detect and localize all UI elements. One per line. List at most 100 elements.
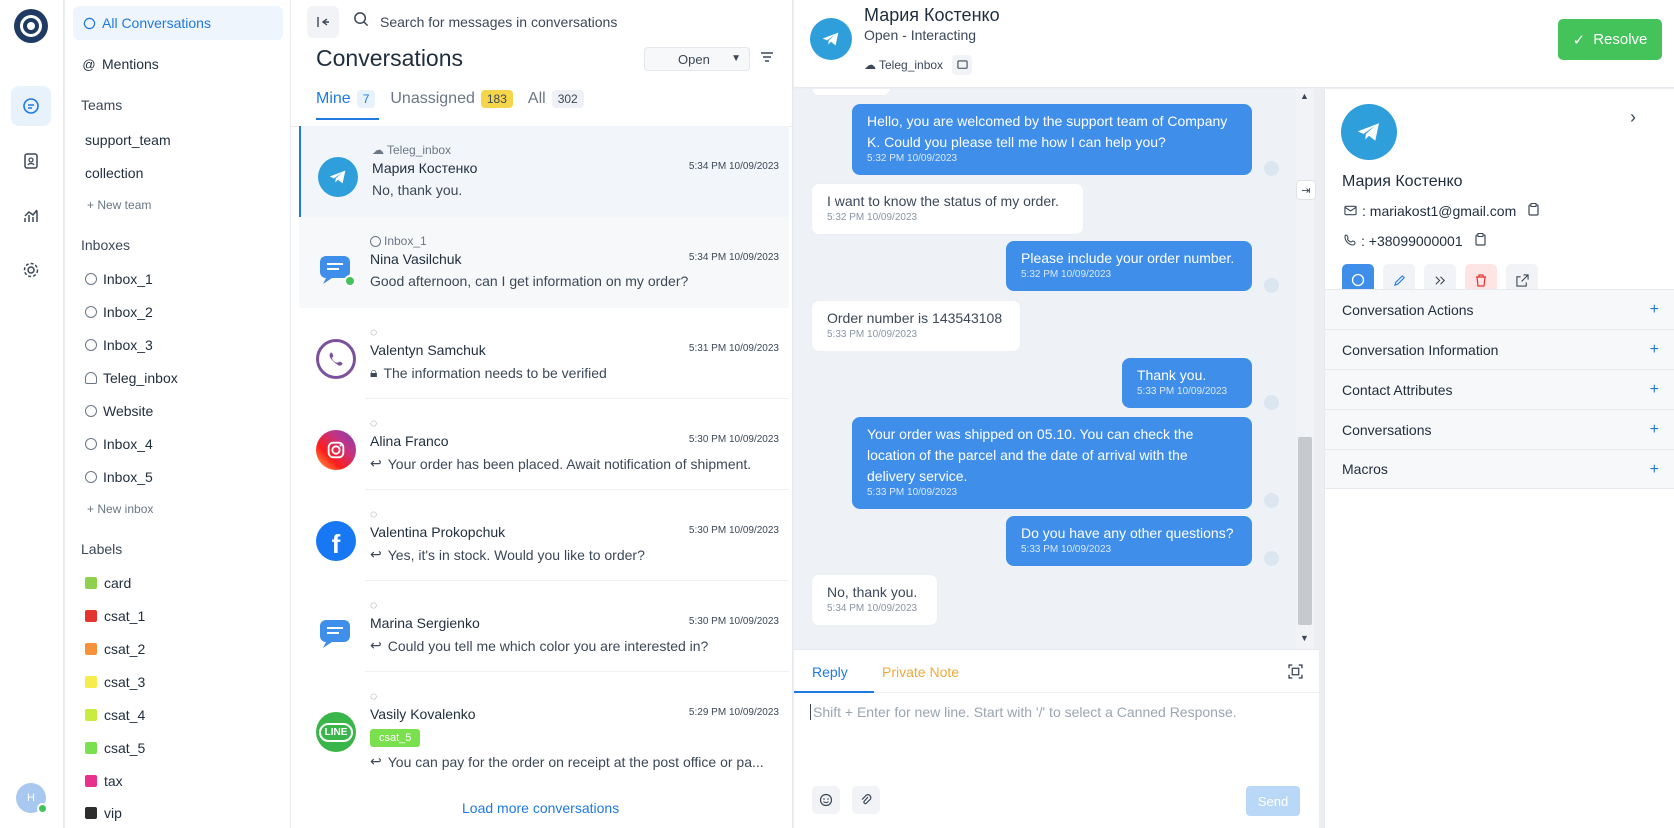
label-name: csat_1: [104, 608, 146, 624]
sidebar-item-inbox[interactable]: Inbox_5: [85, 469, 153, 485]
search-input[interactable]: Search for messages in conversations: [380, 14, 617, 30]
emoji-icon[interactable]: [812, 786, 840, 814]
contact-name: Marina Sergienko: [370, 615, 480, 631]
sidebar-item-label-csat-2[interactable]: csat_2: [85, 641, 145, 657]
accordion-macros[interactable]: Macros +: [1325, 449, 1674, 489]
reply-arrow-icon: ↩: [370, 546, 382, 562]
conversations-icon[interactable]: [11, 86, 51, 126]
new-inbox-label: New inbox: [97, 502, 154, 516]
scrollbar-thumb[interactable]: [1298, 437, 1312, 625]
message-scrollbar[interactable]: ▲ ▼: [1296, 89, 1314, 649]
label-color-swatch: [85, 676, 97, 688]
attachment-icon[interactable]: [852, 786, 880, 814]
contacts-icon[interactable]: [11, 141, 51, 181]
label-name: csat_2: [104, 641, 146, 657]
reply-input[interactable]: Shift + Enter for new line. Start with '…: [810, 704, 1237, 720]
scroll-down-icon[interactable]: ▼: [1300, 633, 1309, 643]
labels-heading: Labels: [81, 541, 123, 557]
sidebar-item-inbox[interactable]: Inbox_1: [85, 271, 153, 287]
chat-bubble-icon: [82, 16, 96, 30]
tab-unassigned[interactable]: Unassigned 183: [390, 90, 513, 120]
message-bubble-outgoing: Thank you. 5:33 PM 10/09/2023: [1122, 358, 1252, 408]
inbox-tag: Inbox_1: [370, 234, 427, 248]
message-timestamp: 5:34 PM 10/09/2023: [827, 603, 918, 614]
sidebar-item-mentions[interactable]: @ Mentions: [73, 47, 283, 81]
sidebar-item-team[interactable]: support_team: [85, 132, 171, 148]
fullscreen-icon[interactable]: [1288, 664, 1303, 684]
chevron-right-icon[interactable]: ›: [1630, 107, 1636, 128]
sidebar-item-label-tax[interactable]: tax: [85, 773, 123, 789]
cloud-icon: ☁: [864, 58, 876, 72]
contact-email[interactable]: : mariakost1@gmail.com: [1362, 203, 1516, 219]
tab-mine[interactable]: Mine 7: [316, 90, 380, 120]
user-avatar[interactable]: H: [16, 783, 48, 814]
conversation-item[interactable]: f ◌ Valentina Prokopchuk 5:30 PM 10/09/2…: [299, 490, 789, 581]
scroll-up-icon[interactable]: ▲: [1300, 91, 1309, 101]
copy-icon[interactable]: [1475, 233, 1486, 249]
timestamp: 5:34 PM 10/09/2023: [688, 252, 779, 263]
load-more-button[interactable]: Load more conversations: [462, 800, 619, 816]
conversation-item[interactable]: LINE ◌ Vasily Kovalenko 5:29 PM 10/09/20…: [299, 672, 789, 782]
sidebar-item-label-csat-3[interactable]: csat_3: [85, 674, 145, 690]
instagram-icon: [316, 430, 356, 470]
contact-name: Мария Костенко: [372, 160, 478, 176]
inbox-label: Inbox_3: [103, 337, 153, 353]
copy-icon[interactable]: [1528, 203, 1539, 219]
tab-all[interactable]: All 302: [528, 90, 584, 120]
send-button[interactable]: Send: [1246, 786, 1300, 816]
sidebar-item-team[interactable]: collection: [85, 165, 143, 181]
sidebar-item-label-csat-4[interactable]: csat_4: [85, 707, 145, 723]
sidebar-item-label-card[interactable]: card: [85, 575, 131, 591]
sidebar-item-label-vip[interactable]: vip: [85, 805, 122, 821]
sidebar-item-inbox[interactable]: Website: [85, 403, 153, 419]
expand-panel-icon[interactable]: ⇥: [1296, 180, 1316, 200]
sidebar-item-inbox[interactable]: Inbox_2: [85, 304, 153, 320]
active-tab-indicator: [794, 691, 874, 693]
chat-inbox-tag[interactable]: ☁ Teleg_inbox: [864, 58, 943, 72]
contact-phone-row: : +38099000001: [1344, 233, 1486, 249]
accordion-contact-attributes[interactable]: Contact Attributes +: [1325, 369, 1674, 409]
label-name: csat_3: [104, 674, 146, 690]
conversation-item[interactable]: ◌ Alina Franco 5:30 PM 10/09/2023 ↩ Your …: [299, 399, 789, 490]
sidebar-item-all-conversations[interactable]: All Conversations: [73, 6, 283, 40]
primary-nav-rail: H: [0, 0, 64, 828]
app-logo[interactable]: [14, 9, 48, 43]
accordion-conversations[interactable]: Conversations +: [1325, 409, 1674, 449]
contact-name: Nina Vasilchuk: [370, 251, 462, 267]
globe-icon: [85, 306, 97, 318]
inbox-label: Teleg_inbox: [103, 370, 178, 386]
new-team-link[interactable]: + New team: [87, 198, 151, 212]
conversation-list-panel: Search for messages in conversations Con…: [291, 0, 793, 828]
note-icon[interactable]: [952, 55, 972, 75]
inbox-label: Website: [103, 403, 154, 419]
accordion-title: Contact Attributes: [1342, 381, 1453, 398]
sidebar-item-label-csat-5[interactable]: csat_5: [85, 740, 145, 756]
conversation-item[interactable]: ◌ Valentyn Samchuk 5:31 PM 10/09/2023 🔒︎…: [299, 308, 789, 399]
tab-reply[interactable]: Reply: [812, 664, 848, 680]
conversation-item[interactable]: Inbox_1 Nina Vasilchuk 5:34 PM 10/09/202…: [299, 217, 789, 308]
search-icon: [353, 11, 370, 33]
resolve-button[interactable]: ✓ Resolve: [1558, 19, 1662, 60]
conversation-item[interactable]: ☁ Teleg_inbox Мария Костенко 5:34 PM 10/0…: [299, 126, 789, 217]
reports-icon[interactable]: [11, 196, 51, 236]
collapse-sidebar-icon[interactable]: [307, 6, 339, 38]
accordion-conversation-information[interactable]: Conversation Information +: [1325, 329, 1674, 369]
label-chip: csat_5: [370, 729, 421, 747]
new-inbox-link[interactable]: + New inbox: [87, 502, 153, 516]
settings-icon[interactable]: [11, 250, 51, 290]
label-color-swatch: [85, 610, 97, 622]
sidebar-item-inbox[interactable]: Inbox_4: [85, 436, 153, 452]
contact-phone[interactable]: : +38099000001: [1361, 233, 1463, 249]
filter-icon[interactable]: [760, 50, 776, 66]
sidebar-item-inbox[interactable]: Inbox_3: [85, 337, 153, 353]
accordion-conversation-actions[interactable]: Conversation Actions +: [1325, 289, 1674, 329]
status-dropdown[interactable]: Open ▼: [644, 47, 750, 71]
plus-icon: +: [87, 502, 98, 516]
lock-icon: 🔒︎: [370, 364, 378, 380]
plus-icon: +: [1649, 381, 1659, 398]
tab-private-note[interactable]: Private Note: [882, 664, 959, 680]
conversation-item[interactable]: ◌ Marina Sergienko 5:30 PM 10/09/2023 ↩ C…: [299, 581, 789, 672]
message-text: Good afternoon, can I get information on…: [370, 273, 689, 289]
sidebar-item-label-csat-1[interactable]: csat_1: [85, 608, 145, 624]
sidebar-item-inbox[interactable]: Teleg_inbox: [85, 370, 178, 386]
